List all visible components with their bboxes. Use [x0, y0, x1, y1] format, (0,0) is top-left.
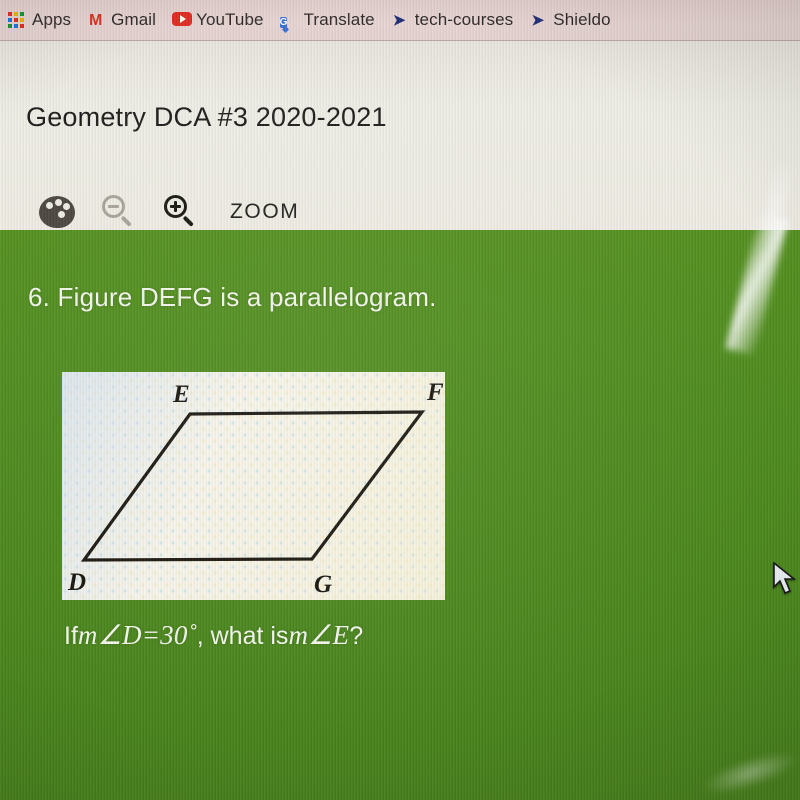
zoom-label: ZOOM [230, 200, 300, 223]
vertex-label-E: E [173, 381, 190, 408]
bookmark-apps[interactable]: Apps [0, 6, 79, 34]
question-angle-value: 30˚ [160, 620, 197, 650]
bookmark-label: Shieldo [553, 10, 611, 29]
question-content-area: 6. Figure DEFG is a parallelogram. E F D… [0, 222, 800, 800]
question-equals: = [141, 620, 161, 650]
question-ask-middle: , what is [196, 622, 289, 650]
bookmark-label: Translate [303, 10, 375, 29]
zoom-in-magnifier-icon [164, 195, 198, 229]
bookmark-tech-courses[interactable]: ➤ tech-courses [383, 6, 522, 34]
zoom-toolbar: ZOOM [26, 184, 299, 240]
question-prompt: 6. Figure DEFG is a parallelogram. [28, 282, 437, 312]
zoom-in-button[interactable] [150, 184, 212, 240]
hawk-logo-icon: ➤ [531, 11, 545, 29]
question-ask-suffix: ? [349, 622, 364, 650]
palette-icon [39, 196, 75, 228]
gmail-icon: M [88, 11, 103, 29]
bookmark-label: tech-courses [414, 10, 514, 29]
bookmark-shieldo[interactable]: ➤ Shieldo [521, 6, 618, 34]
youtube-icon [172, 11, 193, 29]
hawk-logo-icon: ➤ [392, 11, 406, 29]
parallelogram-outline [80, 410, 426, 562]
parallelogram-figure: E F D G [62, 372, 445, 600]
bookmark-label: Apps [32, 10, 72, 29]
vertex-label-G: G [314, 571, 333, 598]
page-title: Geometry DCA #3 2020-2021 [26, 102, 387, 132]
parallelogram-drawing [80, 410, 426, 562]
palette-button[interactable] [26, 184, 88, 240]
question-math-angle-d: m∠D [77, 620, 142, 650]
app-header: Geometry DCA #3 2020-2021 ZOOM [0, 40, 800, 230]
bookmark-youtube[interactable]: YouTube [164, 6, 272, 34]
screen-photo: Apps M Gmail YouTube G Translate ➤ tech-… [0, 0, 800, 800]
bookmark-label: YouTube [196, 10, 264, 29]
zoom-out-button[interactable] [88, 184, 150, 240]
bookmark-gmail[interactable]: M Gmail [79, 6, 164, 34]
vertex-label-F: F [427, 379, 444, 406]
zoom-out-magnifier-icon [102, 195, 136, 229]
bookmark-translate[interactable]: G Translate [272, 6, 383, 34]
question-math-angle-e: m∠E [288, 620, 350, 650]
question-text: If m∠D = 30˚ , what is m∠E ? [64, 620, 363, 651]
apps-grid-icon [8, 11, 25, 29]
question-ask-prefix: If [64, 622, 78, 650]
vertex-label-D: D [68, 569, 87, 596]
bookmark-label: Gmail [111, 10, 157, 29]
translate-icon: G [279, 16, 288, 28]
browser-bookmarks-bar: Apps M Gmail YouTube G Translate ➤ tech-… [0, 0, 800, 41]
